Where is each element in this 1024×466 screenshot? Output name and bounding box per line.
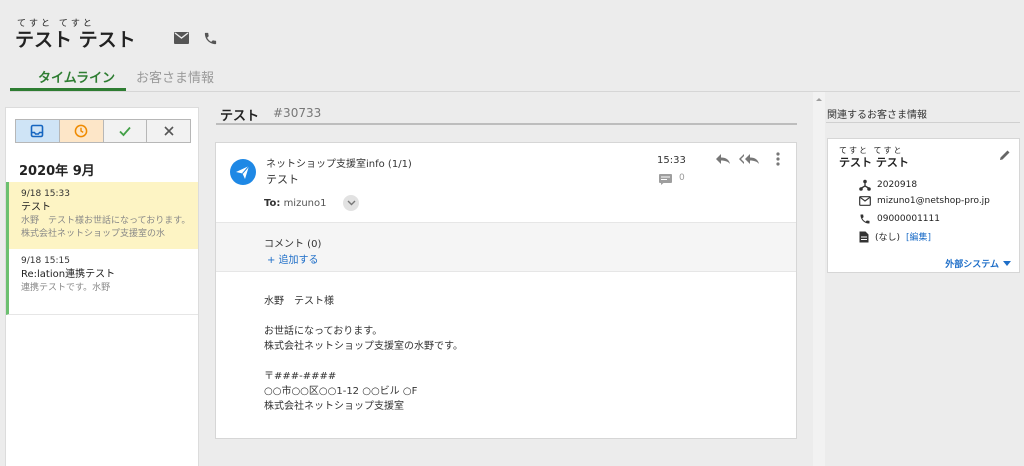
- inbox-icon: [30, 124, 44, 138]
- related-customer-id: 2020918: [877, 180, 918, 190]
- mail-icon[interactable]: [174, 32, 189, 44]
- to-value: mizuno1: [283, 198, 327, 209]
- message-body: 水野 テスト様 お世話になっております。 株式会社ネットショップ支援室の水野です…: [264, 294, 463, 414]
- add-comment-link[interactable]: + 追加する: [267, 251, 319, 266]
- close-icon: [163, 125, 175, 137]
- related-phone: 09000001111: [877, 214, 940, 224]
- tab-active-indicator: [10, 88, 126, 91]
- to-label: To:: [264, 198, 281, 209]
- filter-pending-button[interactable]: [59, 120, 104, 142]
- related-panel-divider: [826, 122, 1020, 123]
- tab-timeline[interactable]: タイムライン: [38, 67, 115, 86]
- message-body-line: 株式会社ネットショップ支援室: [264, 401, 404, 412]
- filter-done-button[interactable]: [103, 120, 148, 142]
- message-sender: ネットショップ支援室info (1/1): [266, 159, 412, 170]
- more-vert-icon[interactable]: [776, 152, 780, 166]
- timeline-item-title: テスト: [21, 202, 51, 213]
- status-filter-bar: [15, 119, 191, 143]
- message-body-line: [264, 309, 463, 324]
- center-scrollbar[interactable]: [813, 92, 825, 466]
- timeline-item-date: 9/18 15:33: [21, 189, 71, 199]
- message-card: ネットショップ支援室info (1/1) テスト To: mizuno1 15:…: [215, 142, 797, 439]
- comment-icon: [659, 174, 672, 185]
- timeline-month: 2020年 9月: [19, 164, 95, 179]
- message-body-line: ○○市○○区○○1-12 ○○ビル ○F: [264, 386, 418, 397]
- related-id-row: 2020918: [859, 179, 917, 191]
- phone-icon[interactable]: [203, 31, 218, 46]
- related-note-edit-link[interactable]: [編集]: [906, 230, 931, 243]
- ticket-number: #30733: [273, 106, 322, 120]
- message-body-line: お世話になっております。: [264, 326, 383, 337]
- check-icon: [118, 124, 132, 138]
- related-customer-card: てすと てすと テスト テスト 2020918 mizuno1@netshop-…: [827, 138, 1020, 273]
- message-body-line: 〒###-####: [264, 371, 337, 382]
- filter-closed-button[interactable]: [147, 120, 190, 142]
- phone-icon: [859, 213, 871, 225]
- timeline-item-title: Re:lation連携テスト: [21, 269, 116, 280]
- comments-section: コメント (0) + 追加する: [216, 222, 796, 272]
- related-phone-row: 09000001111: [859, 213, 940, 225]
- timeline-item-preview: 水野 テスト様お世話になっております。株式会社ネットショップ支援室の水: [21, 216, 191, 239]
- customer-name: テスト テスト: [15, 29, 136, 51]
- send-icon: [230, 159, 256, 185]
- related-panel-title: 関連するお客さま情報: [827, 110, 927, 121]
- timeline-item-date: 9/18 15:15: [21, 256, 71, 266]
- timeline-item[interactable]: 9/18 15:33 テスト 水野 テスト様お世話になっております。株式会社ネッ…: [6, 182, 198, 249]
- timeline-item[interactable]: 9/18 15:15 Re:lation連携テスト 連携テストです。水野: [6, 249, 198, 315]
- external-system-label: 外部システム: [945, 260, 999, 270]
- edit-icon[interactable]: [999, 149, 1011, 161]
- file-icon: [859, 231, 869, 243]
- message-subject: テスト: [266, 173, 299, 186]
- related-customer-name[interactable]: テスト テスト: [839, 154, 909, 170]
- chevron-down-icon: [347, 200, 356, 206]
- external-system-dropdown[interactable]: 外部システム: [945, 257, 1011, 270]
- related-note-row: (なし) [編集]: [859, 230, 931, 243]
- clock-icon: [74, 124, 88, 138]
- tab-customer-info[interactable]: お客さま情報: [136, 67, 214, 86]
- ticket-title: テスト: [220, 109, 260, 124]
- related-email: mizuno1@netshop-pro.jp: [877, 196, 990, 206]
- tab-divider: [10, 91, 1020, 92]
- message-recipient: To: mizuno1: [264, 198, 327, 209]
- comment-count: 0: [679, 173, 685, 183]
- reply-all-icon[interactable]: [739, 153, 760, 165]
- reply-icon[interactable]: [715, 153, 731, 165]
- message-body-line: 株式会社ネットショップ支援室の水野です。: [264, 341, 463, 352]
- timeline-panel: 2020年 9月 9/18 15:33 テスト 水野 テスト様お世話になっており…: [5, 107, 199, 466]
- timeline-item-preview: 連携テストです。水野: [21, 283, 111, 293]
- id-icon: [859, 179, 871, 191]
- message-body-line: 水野 テスト様: [264, 296, 334, 307]
- comments-label: コメント (0): [264, 239, 322, 250]
- message-time: 15:33: [657, 155, 686, 166]
- related-email-row: mizuno1@netshop-pro.jp: [859, 196, 990, 206]
- ticket-title-divider: [216, 123, 797, 125]
- email-icon: [859, 196, 871, 206]
- filter-inbox-button[interactable]: [16, 120, 60, 142]
- message-body-line: [264, 354, 463, 369]
- related-note: (なし): [875, 233, 901, 243]
- caret-down-icon: [1003, 261, 1011, 266]
- recipient-expand-button[interactable]: [343, 195, 359, 211]
